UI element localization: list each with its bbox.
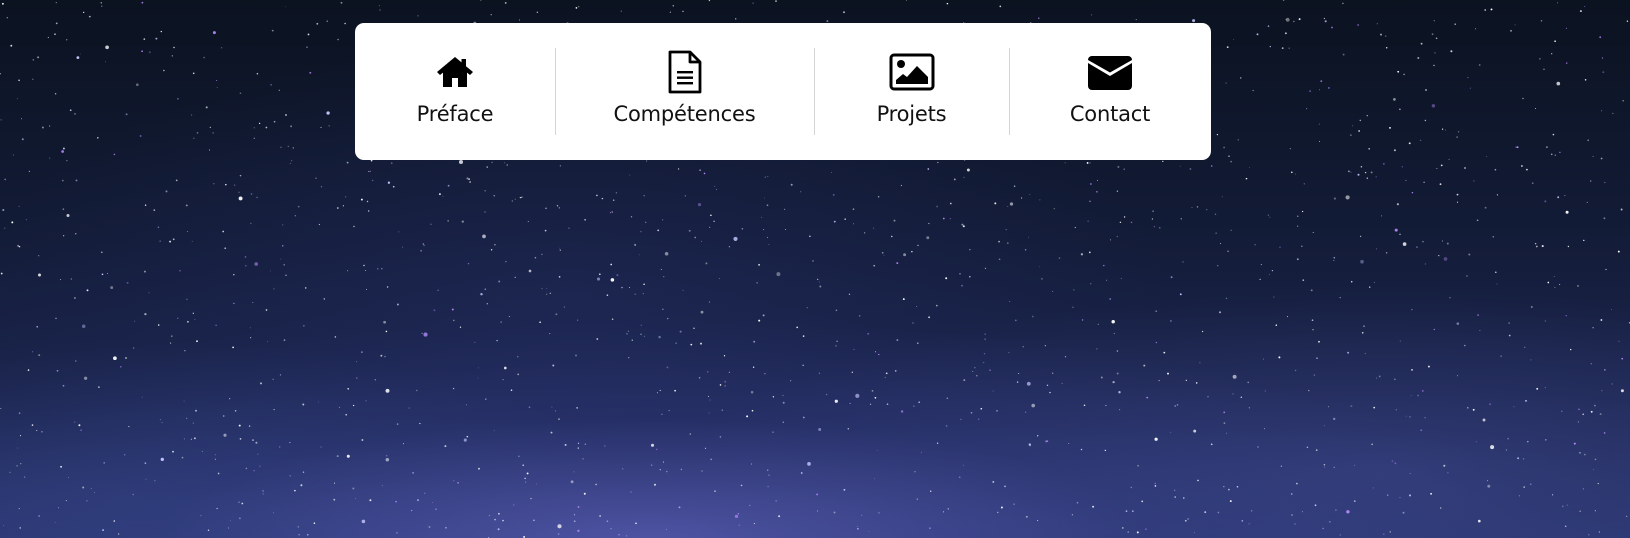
nav-item-label: Contact xyxy=(1069,102,1151,126)
nav-item-label: Projets xyxy=(876,102,947,126)
document-icon xyxy=(667,50,703,94)
nav-item-label: Compétences xyxy=(613,102,756,126)
nav-item-projets[interactable]: Projets xyxy=(814,23,1009,160)
nav-item-contact[interactable]: Contact xyxy=(1009,23,1211,160)
nav-item-label: Préface xyxy=(416,102,494,126)
image-icon xyxy=(889,52,935,92)
envelope-icon xyxy=(1087,52,1133,92)
home-icon xyxy=(435,52,475,92)
main-navigation: Préface Compétences Projets Contact xyxy=(355,23,1211,160)
nav-item-preface[interactable]: Préface xyxy=(355,23,555,160)
nav-item-competences[interactable]: Compétences xyxy=(555,23,814,160)
